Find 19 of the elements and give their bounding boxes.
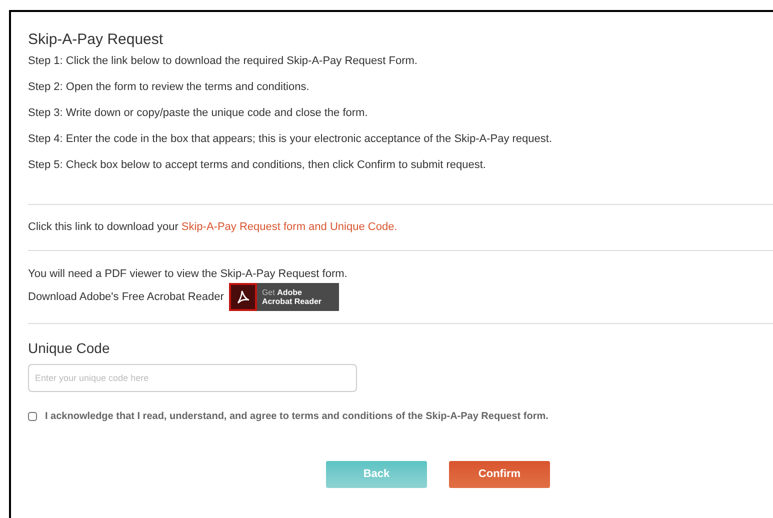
page-title: Skip-A-Pay Request [28,30,164,50]
unique-code-field[interactable]: Enter your unique code here [28,364,357,392]
step-text: Step 2: Open the form to review the terms and conditions. [28,80,310,95]
acknowledge-checkbox[interactable] [28,412,37,421]
badge-product-text: Acrobat Reader [262,297,322,306]
pdf-note: You will need a PDF viewer to view the Skip-A-Pay Request form. [28,267,348,282]
step-text: Step 3: Write down or copy/paste the unique code and close the form. [28,106,369,121]
step-text: Step 1: Click the link below to download the required Skip-A-Pay Request Form. [28,54,418,69]
reader-text: Download Adobe's Free Acrobat Reader [28,290,224,305]
acknowledge-label: I acknowledge that I read, understand, and agree to terms and conditions of the Skip-A-Pay Request form. [45,410,548,424]
download-text: Click this link to download your [28,220,178,235]
step-text: Step 5: Check box below to accept terms and conditions, then click Confirm to submit request. [28,158,487,173]
step-text: Step 4: Enter the code in the box that appears; this is your electronic acceptance of the Skip-A-Pay request. [28,132,554,147]
acrobat-reader-badge[interactable]: Get Adobe Acrobat Reader [228,283,339,311]
unique-code-label: Unique Code [28,339,111,357]
confirm-button[interactable]: Confirm [449,461,550,488]
badge-small-text: Get Adobe [262,288,303,297]
download-link[interactable]: Skip-A-Pay Request form and Unique Code. [181,220,398,235]
acrobat-icon [234,289,251,305]
